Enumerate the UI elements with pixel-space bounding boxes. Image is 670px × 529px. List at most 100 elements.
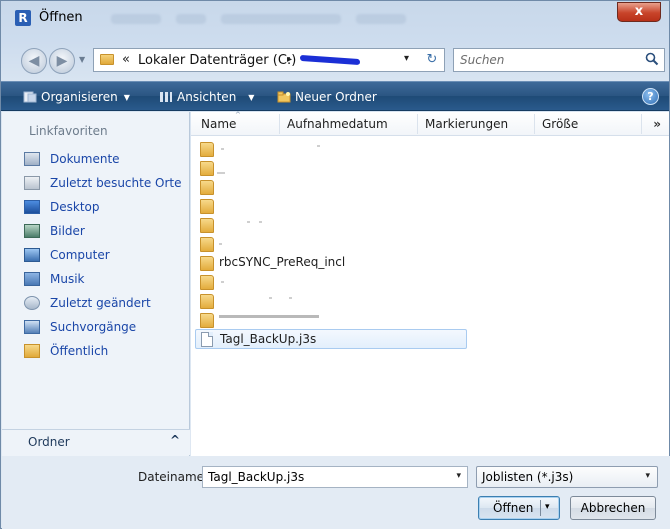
nav-item-documents[interactable]: Dokumente [24, 149, 120, 169]
views-button[interactable]: Ansichten ▼ [159, 88, 254, 106]
redacted-name [219, 315, 319, 318]
favorites-heading: Linkfavoriten [29, 124, 108, 138]
cancel-button[interactable]: Abbrechen [570, 496, 656, 520]
filetype-value: Joblisten (*.j3s) [482, 470, 574, 484]
nav-item-computer[interactable]: Computer [24, 245, 110, 265]
folder-icon [100, 54, 114, 65]
address-row: ◀ ▶ ▼ « Lokaler Datenträger (C:) ▸ ▾ ↻ S… [1, 37, 669, 81]
new-folder-icon [277, 91, 291, 103]
folder-icon [200, 161, 214, 176]
cancel-button-label: Abbrechen [580, 501, 646, 515]
list-item[interactable] [197, 310, 467, 330]
nav-item-label: Computer [50, 248, 110, 262]
views-label: Ansichten [177, 90, 237, 104]
address-dropdown-icon[interactable]: ▾ [404, 53, 409, 64]
nav-item-public[interactable]: Öffentlich [24, 341, 108, 361]
organize-label: Organisieren [41, 90, 118, 104]
column-divider[interactable] [279, 114, 280, 134]
filetype-select[interactable]: Joblisten (*.j3s) ▾ [476, 466, 658, 488]
column-size[interactable]: Größe [542, 117, 578, 131]
nav-item-recent-places[interactable]: Zuletzt besuchte Orte [24, 173, 182, 193]
desktop-icon [24, 200, 40, 214]
nav-item-label: Zuletzt geändert [50, 296, 151, 310]
breadcrumb-overflow[interactable]: « [122, 52, 130, 67]
list-item[interactable]: rbcSYNC_PreReq_incl [197, 253, 467, 273]
recently-changed-icon [24, 296, 40, 310]
filename-label: Dateiname: [138, 470, 209, 484]
back-button[interactable]: ◀ [21, 48, 47, 74]
column-name[interactable]: Name [201, 117, 236, 131]
organize-button[interactable]: Organisieren ▼ [23, 88, 130, 106]
breadcrumb-drive[interactable]: Lokaler Datenträger (C:) [138, 53, 296, 68]
new-folder-button[interactable]: Neuer Ordner [277, 88, 377, 106]
open-file-dialog: R Öffnen x ◀ ▶ ▼ « Lokaler Datenträger (… [0, 0, 670, 529]
redacted-name [219, 243, 222, 245]
nav-item-label: Suchvorgänge [50, 320, 137, 334]
list-item[interactable] [197, 291, 467, 311]
column-date-taken[interactable]: Aufnahmedatum [287, 117, 388, 131]
new-folder-label: Neuer Ordner [295, 90, 377, 104]
chevron-down-icon: ▼ [248, 93, 255, 102]
redacted-name [221, 148, 224, 150]
file-icon [201, 332, 213, 347]
music-icon [24, 272, 40, 286]
chevron-down-icon[interactable]: ▾ [456, 471, 461, 481]
file-list[interactable]: Name ^ Aufnahmedatum Markierungen Größe … [191, 111, 669, 456]
more-columns-icon[interactable]: » [653, 117, 661, 131]
nav-item-label: Desktop [50, 200, 100, 214]
column-divider[interactable] [417, 114, 418, 134]
open-button[interactable]: Öffnen ▾ [478, 496, 560, 520]
breadcrumb-arrow-icon[interactable]: ▸ [287, 54, 292, 65]
open-options-dropdown-icon[interactable]: ▾ [545, 502, 550, 512]
redacted-name [289, 297, 292, 299]
nav-item-pictures[interactable]: Bilder [24, 221, 85, 241]
forward-button[interactable]: ▶ [49, 48, 75, 74]
redacted-name [317, 145, 320, 147]
redacted-name [269, 297, 272, 299]
folders-toggle[interactable]: Ordner ^ [2, 429, 190, 455]
close-button[interactable]: x [617, 2, 661, 22]
redacted-text [356, 14, 406, 24]
pictures-icon [24, 224, 40, 238]
nav-item-searches[interactable]: Suchvorgänge [24, 317, 136, 337]
nav-item-desktop[interactable]: Desktop [24, 197, 100, 217]
refresh-icon[interactable]: ↻ [421, 52, 443, 70]
list-item[interactable] [197, 158, 467, 178]
list-item[interactable] [197, 272, 467, 292]
nav-item-music[interactable]: Musik [24, 269, 85, 289]
nav-item-recently-changed[interactable]: Zuletzt geändert [24, 293, 151, 313]
search-icon[interactable] [645, 52, 659, 66]
title-bar[interactable]: R Öffnen x [1, 1, 669, 37]
folder-icon [200, 313, 214, 328]
column-tags[interactable]: Markierungen [425, 117, 508, 131]
recent-pages-dropdown-icon[interactable]: ▼ [79, 55, 85, 64]
list-item[interactable] [197, 196, 467, 216]
documents-icon [24, 152, 40, 166]
back-arrow-icon: ◀ [28, 53, 40, 69]
search-input[interactable]: Suchen [453, 48, 665, 72]
list-item[interactable] [197, 177, 467, 197]
list-item[interactable] [197, 139, 467, 159]
column-divider[interactable] [641, 114, 642, 134]
list-item-selected[interactable]: Tagl_BackUp.j3s [195, 329, 467, 349]
redacted-name [247, 221, 250, 223]
redacted-text [176, 14, 206, 24]
folder-icon [200, 275, 214, 290]
address-bar[interactable]: « Lokaler Datenträger (C:) ▸ ▾ [93, 48, 445, 72]
public-folder-icon [24, 344, 40, 358]
column-header-row: Name ^ Aufnahmedatum Markierungen Größe … [191, 111, 669, 136]
folder-icon [200, 142, 214, 157]
folder-icon [200, 180, 214, 195]
split-divider [540, 500, 541, 516]
search-placeholder: Suchen [460, 53, 505, 67]
column-divider[interactable] [534, 114, 535, 134]
file-name: Tagl_BackUp.j3s [220, 332, 317, 346]
filename-input[interactable]: Tagl_BackUp.j3s ▾ [202, 466, 468, 488]
command-toolbar: Organisieren ▼ Ansichten ▼ Neuer Ordner ? [1, 81, 669, 111]
list-item[interactable] [197, 234, 467, 254]
folder-icon [200, 237, 214, 252]
nav-item-label: Musik [50, 272, 85, 286]
dialog-footer: Dateiname: Tagl_BackUp.j3s ▾ Joblisten (… [2, 456, 670, 529]
help-button[interactable]: ? [642, 88, 659, 105]
list-item[interactable] [197, 215, 467, 235]
